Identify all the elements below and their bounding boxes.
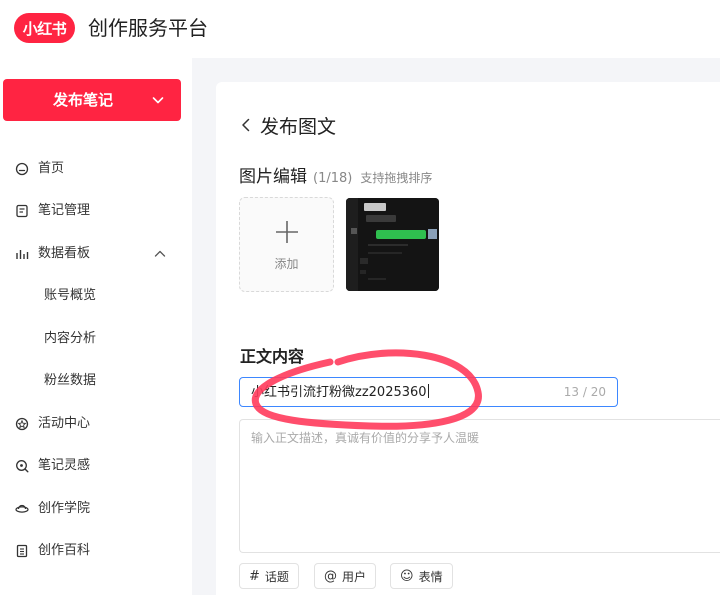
image-count: (1/18): [313, 171, 353, 186]
sidebar-item-label: 粉丝数据: [44, 373, 97, 388]
publish-note-label: 发布笔记: [53, 91, 114, 109]
chevron-down-icon: [152, 97, 164, 104]
add-image-label: 添加: [274, 257, 299, 271]
inspiration-icon: [16, 460, 29, 473]
sidebar-item-fan-data[interactable]: 粉丝数据: [0, 363, 192, 399]
page-title: 发布图文: [260, 115, 337, 138]
body-content-title: 正文内容: [240, 347, 305, 366]
brand-logo[interactable]: 小红书: [14, 13, 75, 43]
mention-user-button[interactable]: @ 用户: [314, 563, 377, 589]
topic-label: 话题: [264, 569, 289, 584]
emoji-icon: ☺: [400, 568, 414, 584]
drag-sort-hint: 支持拖拽排序: [360, 171, 433, 185]
plus-icon: [276, 221, 298, 243]
description-textarea[interactable]: 输入正文描述，真诚有价值的分享予人温暖: [239, 419, 720, 553]
sidebar-item-label: 内容分析: [44, 331, 97, 346]
activity-icon: [15, 417, 29, 431]
mention-label: 用户: [342, 569, 367, 584]
sidebar-item-creator-academy[interactable]: 创作学院: [0, 491, 192, 527]
sidebar-item-label: 首页: [38, 161, 65, 176]
hashtag-icon: #: [249, 568, 260, 584]
sidebar-item-data-dashboard[interactable]: 数据看板: [0, 236, 192, 272]
academy-icon: [15, 504, 29, 513]
sidebar-item-label: 创作百科: [38, 543, 91, 558]
sidebar-item-label: 笔记灵感: [38, 458, 91, 473]
top-header: 小红书 创作服务平台: [0, 0, 720, 58]
add-image-button[interactable]: 添加: [239, 197, 334, 292]
text-cursor: [427, 384, 429, 398]
image-edit-title: 图片编辑: [239, 167, 307, 187]
sidebar-item-account-overview[interactable]: 账号概览: [0, 278, 192, 314]
image-edit-header: 图片编辑 (1/18) 支持拖拽排序: [239, 162, 432, 187]
app-title: 创作服务平台: [88, 16, 208, 40]
publish-note-button[interactable]: 发布笔记: [3, 79, 181, 121]
chevron-up-icon[interactable]: [154, 248, 166, 260]
sidebar-item-label: 活动中心: [38, 416, 91, 431]
back-button[interactable]: 发布图文: [240, 112, 336, 138]
home-icon: [15, 162, 29, 176]
topic-button[interactable]: # 话题: [239, 563, 299, 589]
sidebar-item-label: 账号概览: [44, 288, 97, 303]
sidebar-item-label: 笔记管理: [38, 203, 91, 218]
sidebar-item-content-analysis[interactable]: 内容分析: [0, 321, 192, 357]
sidebar-item-label: 创作学院: [38, 501, 91, 516]
sidebar-item-activity-center[interactable]: 活动中心: [0, 406, 192, 442]
at-icon: @: [324, 568, 337, 584]
chevron-left-icon: [242, 118, 250, 132]
wiki-icon: [16, 544, 28, 558]
chat-screenshot-image: [346, 198, 439, 291]
sidebar: 发布笔记 首页 笔记管理 数据看板 账号概览 内容分析 粉丝数据 活动中心 笔记…: [0, 58, 192, 595]
sidebar-item-label: 数据看板: [38, 246, 91, 261]
emoji-label: 表情: [418, 569, 443, 584]
title-char-counter: 13 / 20: [563, 385, 606, 399]
description-placeholder: 输入正文描述，真诚有价值的分享予人温暖: [251, 431, 480, 445]
image-thumbnail[interactable]: [346, 198, 439, 291]
note-icon: [16, 204, 28, 218]
sidebar-item-note-inspiration[interactable]: 笔记灵感: [0, 448, 192, 484]
chart-icon: [16, 250, 29, 259]
title-input[interactable]: 小红书引流打粉微zz2025360 13 / 20: [239, 377, 618, 407]
sidebar-item-home[interactable]: 首页: [0, 151, 192, 187]
title-input-value: 小红书引流打粉微zz2025360: [251, 384, 429, 400]
sidebar-item-note-management[interactable]: 笔记管理: [0, 193, 192, 229]
emoji-button[interactable]: ☺ 表情: [390, 563, 453, 589]
sidebar-item-creator-wiki[interactable]: 创作百科: [0, 533, 192, 569]
